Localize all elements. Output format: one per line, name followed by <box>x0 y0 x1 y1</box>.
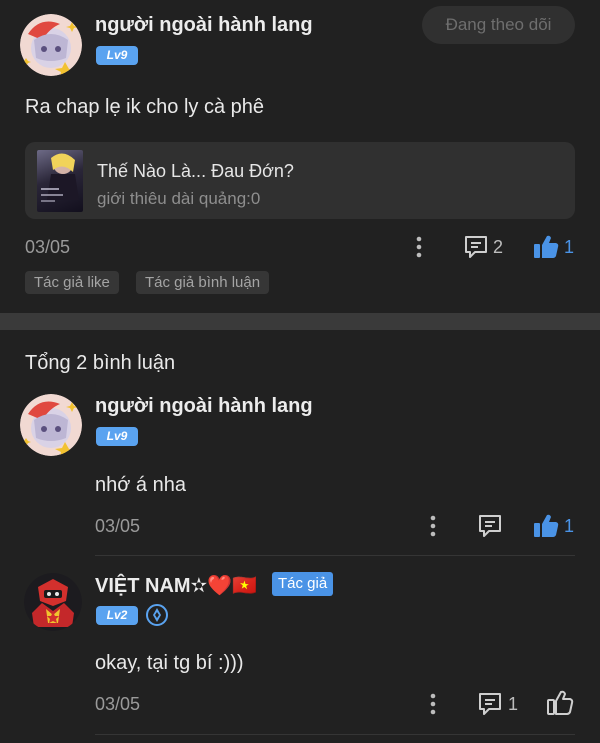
verified-badge-icon <box>145 603 169 627</box>
tag-author-commented: Tác giả bình luận <box>136 271 270 294</box>
author-badge: Tác giả <box>272 572 334 596</box>
more-vertical-icon[interactable] <box>427 692 439 716</box>
comment-icon <box>477 691 503 717</box>
comment-separator <box>95 734 575 735</box>
post-text: Ra chap lẹ ik cho ly cà phê <box>25 96 265 118</box>
comment-icon <box>463 234 489 260</box>
avatar[interactable] <box>20 394 82 456</box>
story-title: Thế Nào Là... Đau Đớn? <box>97 161 294 181</box>
thumbs-up-filled-icon <box>532 512 560 540</box>
avatar[interactable] <box>24 573 82 631</box>
story-subtitle: giới thiêu dài quảng:0 <box>97 189 261 208</box>
comment-icon <box>477 513 503 539</box>
comment-text: nhớ á nha <box>95 474 186 496</box>
level-badge: Lv9 <box>96 427 138 446</box>
comment-count: 2 <box>493 237 504 257</box>
comment-date: 03/05 <box>95 694 141 714</box>
comment-separator <box>95 555 575 556</box>
more-vertical-icon[interactable] <box>413 235 425 259</box>
comment-total-label: Tổng 2 bình luận <box>25 352 176 374</box>
post-date: 03/05 <box>25 237 71 257</box>
comment-date: 03/05 <box>95 516 141 536</box>
like-count: 1 <box>564 516 575 536</box>
tag-author-liked: Tác giả like <box>25 271 119 294</box>
thumbs-up-filled-icon <box>532 233 560 261</box>
section-divider <box>0 313 600 330</box>
comment-text: okay, tại tg bí :))) <box>95 652 244 674</box>
reply-count: 1 <box>508 694 519 714</box>
avatar[interactable] <box>20 14 82 76</box>
following-button[interactable]: Đang theo dõi <box>422 6 575 44</box>
comment-author-name[interactable]: người ngoài hành lang <box>95 395 313 418</box>
thumbs-up-outline-icon <box>546 689 574 717</box>
story-thumbnail <box>37 150 83 212</box>
level-badge: Lv2 <box>96 606 138 625</box>
comment-author-name[interactable]: VIỆT NAM✫❤️🇻🇳 <box>95 573 257 598</box>
level-badge: Lv9 <box>96 46 138 65</box>
post-author-name[interactable]: người ngoài hành lang <box>95 14 313 37</box>
linked-story-card[interactable]: Thế Nào Là... Đau Đớn? giới thiêu dài qu… <box>25 142 575 219</box>
more-vertical-icon[interactable] <box>427 514 439 538</box>
like-count: 1 <box>564 237 575 257</box>
